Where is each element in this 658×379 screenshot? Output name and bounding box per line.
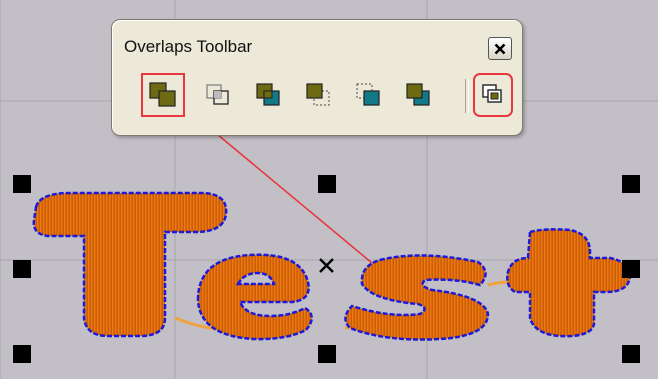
overlap-swap-button[interactable]	[397, 73, 441, 117]
letter-s	[344, 254, 490, 341]
close-button[interactable]	[488, 37, 512, 60]
selection-handle-middle-left[interactable]	[13, 260, 31, 278]
selection-handle-bottom-middle[interactable]	[318, 345, 336, 363]
overlap-front-button[interactable]	[247, 73, 291, 117]
toolbar-title: Overlaps Toolbar	[124, 37, 253, 56]
overlaps-toolbar[interactable]: Overlaps Toolbar	[111, 19, 523, 136]
selection-handle-middle-right[interactable]	[622, 260, 640, 278]
selection-handle-top-middle[interactable]	[318, 175, 336, 193]
letter-t	[32, 191, 228, 338]
close-icon	[494, 43, 506, 54]
selection-handle-bottom-left[interactable]	[13, 345, 31, 363]
overlap-outline-button[interactable]	[197, 73, 241, 117]
toolbar-separator	[465, 79, 469, 113]
letter-e	[196, 253, 313, 341]
overlap-all-button[interactable]	[141, 73, 185, 117]
selection-handle-bottom-right[interactable]	[622, 345, 640, 363]
letter-t-small	[506, 228, 632, 338]
selection-handle-top-right[interactable]	[622, 175, 640, 193]
overlap-swap-icon	[406, 83, 430, 106]
overlap-back-dotted-button[interactable]	[297, 73, 341, 117]
overlap-outline-icon	[206, 84, 229, 105]
selection-handle-top-left[interactable]	[13, 175, 31, 193]
overlap-front-icon	[256, 83, 280, 106]
toolbar-buttons	[137, 73, 517, 117]
center-cross-icon	[319, 258, 334, 273]
overlap-front-dotted-button[interactable]	[347, 73, 391, 117]
overlap-front-dotted-icon	[356, 83, 380, 106]
overlap-settings-icon	[482, 84, 502, 103]
overlap-settings-button[interactable]	[473, 73, 513, 117]
overlap-back-dotted-icon	[306, 83, 330, 106]
overlap-all-icon	[149, 82, 176, 107]
